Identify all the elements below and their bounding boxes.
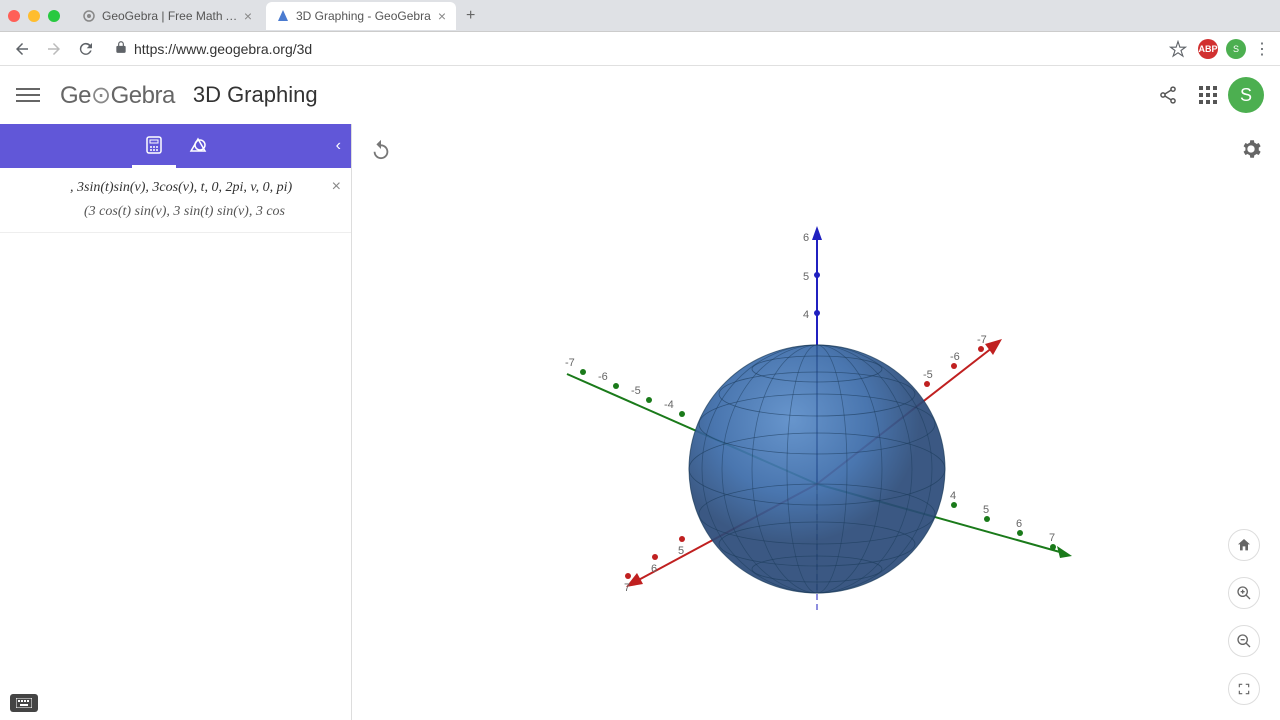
zoom-in-button[interactable] (1228, 577, 1260, 609)
window-maximize-button[interactable] (48, 10, 60, 22)
collapse-sidebar-button[interactable]: ‹ (336, 137, 341, 155)
svg-text:7: 7 (624, 582, 630, 594)
tab-title: 3D Graphing - GeoGebra (296, 9, 432, 23)
virtual-keyboard-button[interactable] (10, 694, 38, 712)
tab-favicon-icon (276, 9, 290, 23)
svg-text:4: 4 (803, 309, 809, 321)
svg-text:7: 7 (1049, 532, 1055, 544)
svg-text:4: 4 (950, 490, 956, 502)
address-bar[interactable]: https://www.geogebra.org/3d (106, 40, 1158, 57)
fullscreen-button[interactable] (1228, 673, 1260, 705)
delete-expression-button[interactable]: × (332, 178, 341, 196)
back-button[interactable] (10, 37, 34, 61)
profile-avatar[interactable]: S (1228, 77, 1264, 113)
browser-tab[interactable]: GeoGebra | Free Math Apps - . × (72, 2, 262, 30)
svg-text:5: 5 (983, 504, 989, 516)
window-close-button[interactable] (8, 10, 20, 22)
app-header: Ge⊙Gebra 3D Graphing S (0, 66, 1280, 124)
app-title: 3D Graphing (193, 82, 318, 108)
svg-text:5: 5 (678, 545, 684, 557)
profile-avatar-small[interactable]: S (1226, 39, 1246, 59)
browser-tab[interactable]: 3D Graphing - GeoGebra × (266, 2, 456, 30)
svg-text:6: 6 (651, 563, 657, 575)
url-text: https://www.geogebra.org/3d (134, 41, 312, 57)
3d-graphics-view[interactable]: 6 5 4 4 5 6 7 -4 -5 -6 -7 5 6 7 -5 -6 - (352, 124, 1280, 720)
algebra-tab[interactable] (132, 124, 176, 168)
tab-title: GeoGebra | Free Math Apps - . (102, 9, 238, 23)
svg-text:-6: -6 (950, 351, 960, 363)
svg-text:6: 6 (1016, 518, 1022, 530)
tab-close-icon[interactable]: × (438, 8, 446, 24)
sidebar-tab-bar: ‹ (0, 124, 351, 168)
window-minimize-button[interactable] (28, 10, 40, 22)
tools-tab[interactable] (176, 124, 220, 168)
zoom-out-button[interactable] (1228, 625, 1260, 657)
tab-close-icon[interactable]: × (244, 8, 252, 24)
browser-tab-bar: GeoGebra | Free Math Apps - . × 3D Graph… (0, 0, 1280, 32)
url-bar: https://www.geogebra.org/3d ABP S ⋮ (0, 32, 1280, 66)
bookmark-button[interactable] (1166, 37, 1190, 61)
app-logo[interactable]: Ge⊙Gebra (60, 81, 175, 110)
expression-input[interactable]: , 3sin(t)sin(v), 3cos(v), t, 0, 2pi, v, … (14, 180, 337, 196)
lock-icon (114, 40, 128, 57)
apps-button[interactable] (1188, 75, 1228, 115)
share-button[interactable] (1148, 75, 1188, 115)
tab-favicon-icon (82, 9, 96, 23)
svg-text:-5: -5 (923, 369, 933, 381)
browser-menu-button[interactable]: ⋮ (1254, 39, 1270, 59)
new-tab-button[interactable]: + (466, 7, 475, 25)
svg-text:-4: -4 (664, 399, 674, 411)
svg-text:6: 6 (803, 232, 809, 244)
reload-button[interactable] (74, 37, 98, 61)
3d-plot[interactable]: 6 5 4 4 5 6 7 -4 -5 -6 -7 5 6 7 -5 -6 - (352, 124, 1280, 720)
svg-text:-5: -5 (631, 385, 641, 397)
window-controls (8, 10, 60, 22)
expression-result: (3 cos(t) sin(v), 3 sin(t) sin(v), 3 cos (14, 204, 337, 220)
expression-row[interactable]: , 3sin(t)sin(v), 3cos(v), t, 0, 2pi, v, … (0, 168, 351, 233)
menu-button[interactable] (16, 83, 40, 107)
algebra-panel: ‹ , 3sin(t)sin(v), 3cos(v), t, 0, 2pi, v… (0, 124, 352, 720)
view-controls (1228, 529, 1260, 705)
forward-button[interactable] (42, 37, 66, 61)
adblock-icon[interactable]: ABP (1198, 39, 1218, 59)
svg-text:-7: -7 (565, 357, 575, 369)
svg-text:-6: -6 (598, 371, 608, 383)
svg-text:5: 5 (803, 271, 809, 283)
home-view-button[interactable] (1228, 529, 1260, 561)
svg-text:-7: -7 (977, 334, 987, 346)
